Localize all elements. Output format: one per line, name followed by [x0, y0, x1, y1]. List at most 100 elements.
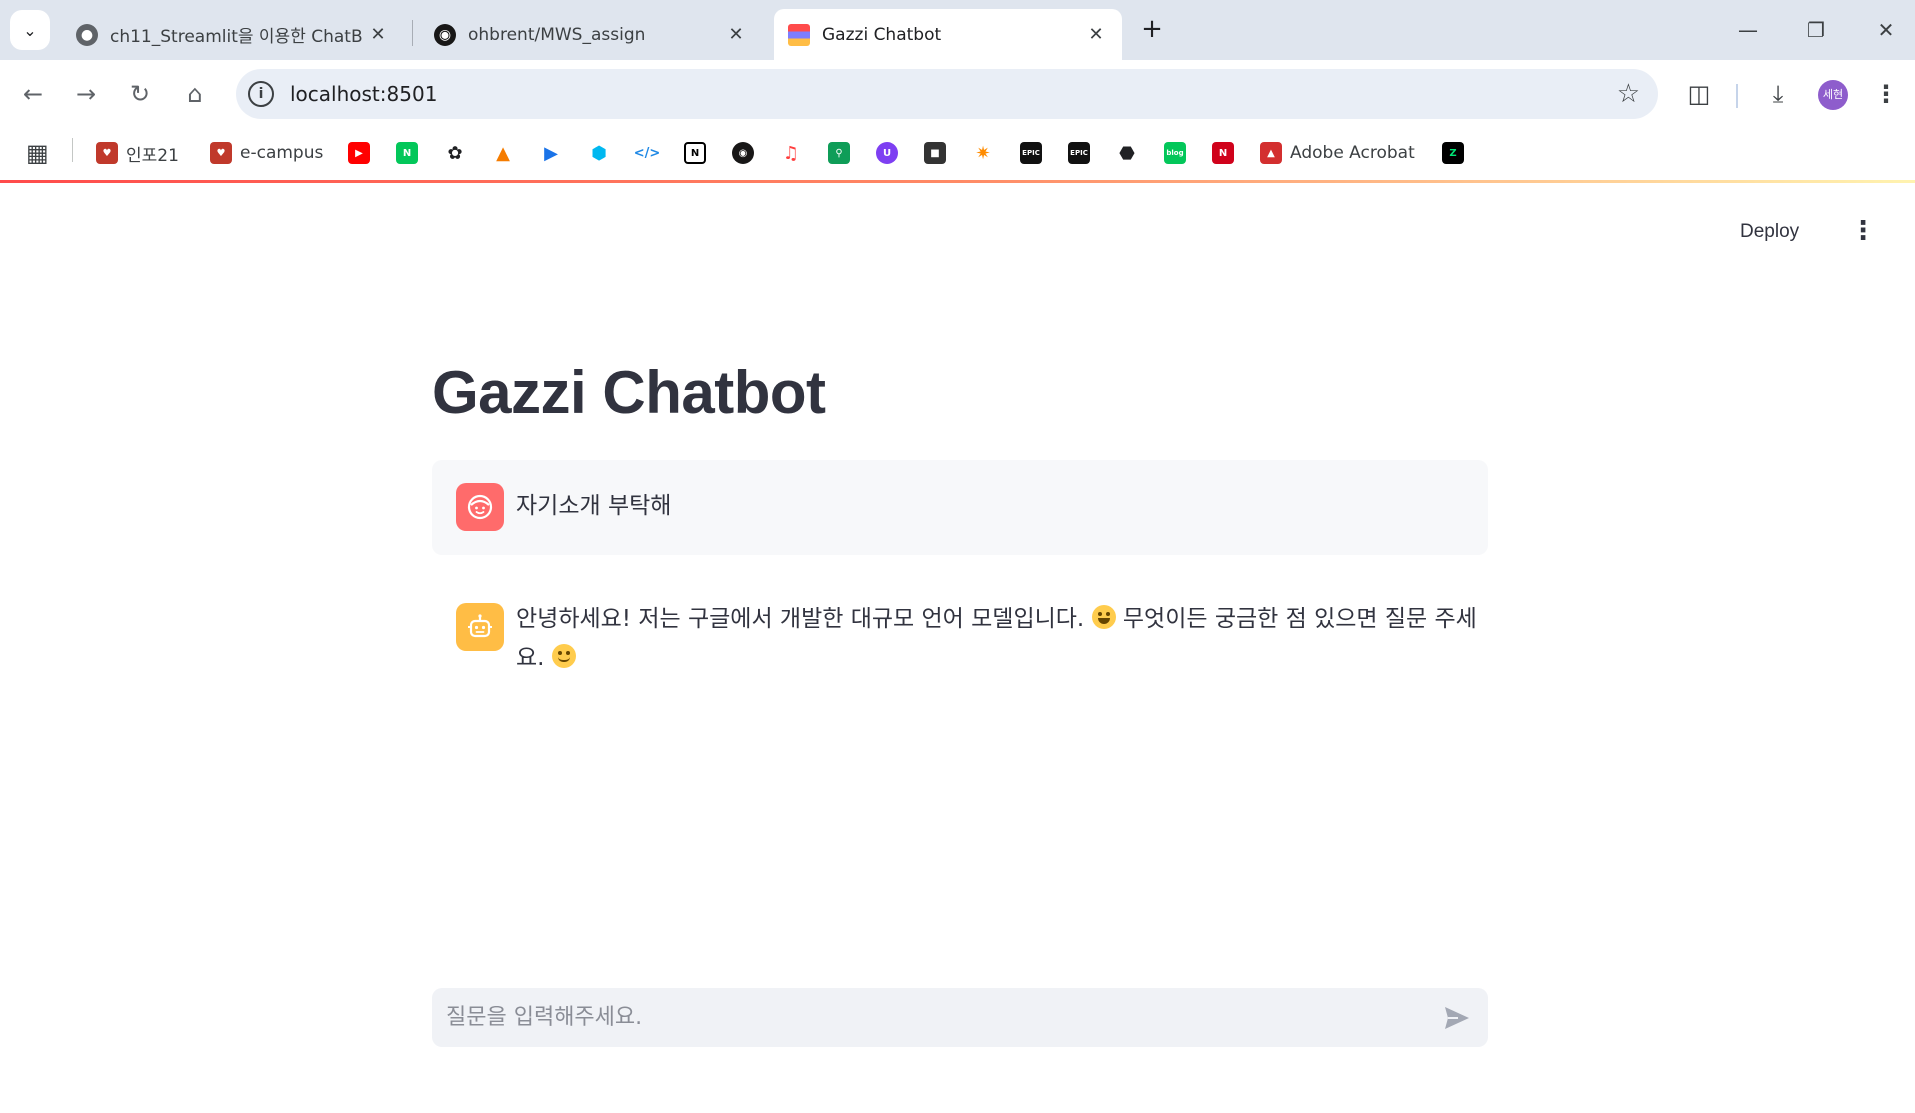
- bookmark-hex[interactable]: ⬢: [588, 140, 610, 166]
- runner-icon: ✷: [972, 142, 994, 164]
- browser-menu-icon[interactable]: ⋮: [1868, 76, 1904, 112]
- apps-icon[interactable]: ▦: [26, 139, 49, 167]
- chat-message-assistant: 안녕하세요! 저는 구글에서 개발한 대규모 언어 모델입니다. 무엇이든 궁금…: [432, 578, 1488, 688]
- browser-tab-3-active[interactable]: Gazzi Chatbot ✕: [774, 9, 1122, 60]
- bookmark-label: e-campus: [240, 143, 324, 163]
- tab-title: Gazzi Chatbot: [822, 24, 942, 45]
- bookmark-search[interactable]: ⚲: [828, 140, 850, 166]
- naver-icon: N: [396, 142, 418, 164]
- bookmark-epic-1[interactable]: EPIC: [1020, 140, 1042, 166]
- bookmark-u[interactable]: U: [876, 140, 898, 166]
- streamlit-app: Deploy ⋮ Gazzi Chatbot 자기소개 부탁해 안녕하세요! 저…: [0, 183, 1915, 1113]
- tab-title: ch11_Streamlit을 이용한 ChatB: [110, 27, 363, 47]
- star-icon[interactable]: ☆: [1617, 79, 1640, 109]
- hex-icon: ⬢: [588, 142, 610, 164]
- tab-search-button[interactable]: ⌄: [10, 10, 50, 50]
- bookmark-cube[interactable]: ⬣: [1116, 140, 1138, 166]
- bookmark-github[interactable]: ◉: [732, 140, 754, 166]
- user-avatar: [456, 483, 504, 531]
- deploy-button[interactable]: Deploy: [1740, 221, 1799, 243]
- info-icon[interactable]: i: [248, 81, 274, 107]
- close-window-button[interactable]: ✕: [1856, 12, 1915, 48]
- chat-message-user: 자기소개 부탁해: [432, 460, 1488, 555]
- close-icon[interactable]: ✕: [1084, 24, 1108, 45]
- close-icon[interactable]: ✕: [724, 24, 748, 45]
- robot-icon: [468, 614, 492, 638]
- bookmark-music[interactable]: ♫: [780, 140, 802, 166]
- bookmark-runner[interactable]: ✷: [972, 140, 994, 166]
- search-icon: ⚲: [828, 142, 850, 164]
- plus-icon: +: [1141, 14, 1163, 44]
- close-icon[interactable]: ✕: [366, 24, 390, 45]
- minimize-icon: —: [1738, 18, 1758, 42]
- bookmark-item[interactable]: ♥ 인포21: [96, 140, 179, 166]
- profile-avatar[interactable]: 세현: [1818, 80, 1848, 110]
- chat-input-container: [432, 988, 1488, 1047]
- bookmark-firebase[interactable]: ▲: [492, 140, 514, 166]
- bookmark-openai[interactable]: ✿: [444, 140, 466, 166]
- extensions-icon[interactable]: ◫: [1681, 76, 1717, 112]
- youtube-icon: ▶: [348, 142, 370, 164]
- bookmark-epic-2[interactable]: EPIC: [1068, 140, 1090, 166]
- download-icon[interactable]: ⤓: [1760, 76, 1796, 112]
- bookmarks-bar: ▦ ♥ 인포21 ♥ e-campus ▶ N ✿ ▲ ▶ ⬢ </> N ◉ …: [0, 128, 1915, 180]
- browser-toolbar: ← → ↻ ⌂ i localhost:8501 ☆ ◫ ⤓ 세현 ⋮: [0, 60, 1915, 128]
- notion-icon: N: [684, 142, 706, 164]
- send-icon[interactable]: [1442, 1003, 1472, 1033]
- logo-icon: ♥: [96, 142, 118, 164]
- bookmark-item[interactable]: ♥ e-campus: [210, 140, 323, 166]
- play-icon: ▶: [540, 142, 562, 164]
- forward-button[interactable]: →: [68, 76, 104, 112]
- bookmarks-separator: [72, 138, 73, 162]
- arrow-right-icon: →: [75, 80, 97, 108]
- main-menu-icon[interactable]: ⋮: [1850, 217, 1876, 247]
- restore-button[interactable]: ❐: [1786, 12, 1846, 48]
- chevron-down-icon: ⌄: [23, 20, 37, 40]
- browser-tab-strip: ⌄ ● ch11_Streamlit을 이용한 ChatB ✕ ◉ ohbren…: [0, 0, 1915, 60]
- browser-tab-1[interactable]: ● ch11_Streamlit을 이용한 ChatB ✕: [62, 9, 404, 60]
- new-tab-button[interactable]: +: [1136, 14, 1168, 46]
- bookmark-youtube[interactable]: ▶: [348, 140, 370, 166]
- reload-icon: ↻: [129, 80, 151, 108]
- code-icon: </>: [634, 142, 660, 164]
- openai-icon: ✿: [444, 142, 466, 164]
- arrow-left-icon: ←: [22, 80, 44, 108]
- restore-icon: ❐: [1807, 18, 1825, 42]
- cube-icon: ⬣: [1116, 142, 1138, 164]
- minimize-button[interactable]: —: [1718, 12, 1778, 48]
- message-text: 안녕하세요! 저는 구글에서 개발한 대규모 언어 모델입니다. 무엇이든 궁금…: [516, 600, 1484, 678]
- bookmark-game[interactable]: ■: [924, 140, 946, 166]
- bookmark-n[interactable]: N: [1212, 140, 1234, 166]
- bookmark-z[interactable]: Z: [1442, 140, 1464, 166]
- bookmark-blog[interactable]: blog: [1164, 140, 1186, 166]
- bookmark-adobe-acrobat[interactable]: ▲ Adobe Acrobat: [1260, 140, 1415, 166]
- bookmark-play[interactable]: ▶: [540, 140, 562, 166]
- tab-title: ohbrent/MWS_assign: [468, 24, 646, 45]
- tab-separator: [412, 20, 413, 46]
- github-icon: ◉: [732, 142, 754, 164]
- bookmark-code[interactable]: </>: [634, 140, 660, 166]
- epic-icon: EPIC: [1068, 142, 1090, 164]
- bookmark-naver[interactable]: N: [396, 140, 418, 166]
- acrobat-icon: ▲: [1260, 142, 1282, 164]
- page-title: Gazzi Chatbot: [432, 359, 826, 426]
- globe-icon: ●: [76, 23, 98, 46]
- github-icon: ◉: [434, 23, 456, 46]
- url-text[interactable]: localhost:8501: [290, 82, 437, 106]
- n-icon: N: [1212, 142, 1234, 164]
- assistant-avatar: [456, 603, 504, 651]
- music-icon: ♫: [780, 142, 802, 164]
- reload-button[interactable]: ↻: [122, 76, 158, 112]
- toolbar-divider: [1736, 84, 1738, 108]
- chat-input[interactable]: [446, 988, 1406, 1047]
- home-icon: ⌂: [187, 80, 203, 108]
- back-button[interactable]: ←: [15, 76, 51, 112]
- close-icon: ✕: [1877, 18, 1895, 42]
- message-text: 자기소개 부탁해: [516, 493, 672, 519]
- browser-tab-2[interactable]: ◉ ohbrent/MWS_assign ✕: [420, 9, 762, 60]
- address-bar[interactable]: i localhost:8501 ☆: [236, 69, 1658, 119]
- bookmark-notion[interactable]: N: [684, 140, 706, 166]
- z-icon: Z: [1442, 142, 1464, 164]
- home-button[interactable]: ⌂: [177, 76, 213, 112]
- user-face-icon: [467, 494, 493, 520]
